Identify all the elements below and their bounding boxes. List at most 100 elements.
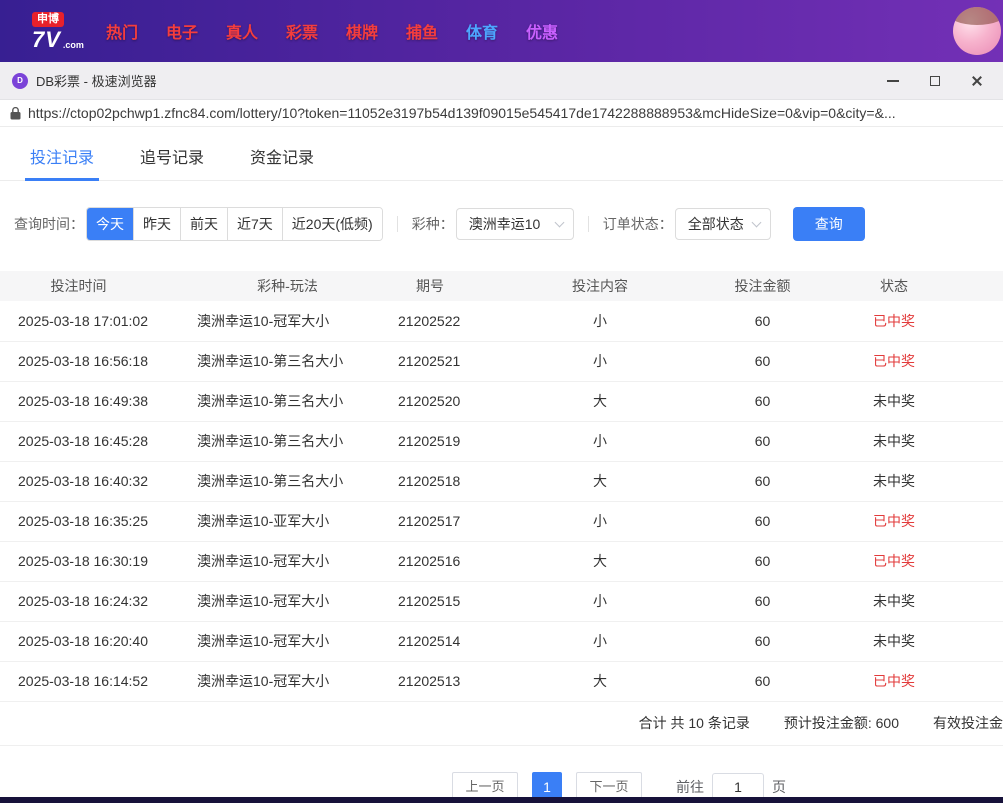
browser-title-bar: D DB彩票 - 极速浏览器 xyxy=(0,62,1003,100)
time-filter-group: 今天 昨天 前天 近7天 近20天(低频) xyxy=(86,207,383,241)
bet-status-cell: 已中奖 xyxy=(825,661,1003,702)
issue-number-cell: 21202521 xyxy=(390,341,500,382)
game-play-cell: 澳洲幸运10-第三名大小 xyxy=(185,341,390,382)
game-play-cell: 澳洲幸运10-冠军大小 xyxy=(185,301,390,342)
bet-status-cell: 未中奖 xyxy=(825,381,1003,422)
bet-amount-cell: 60 xyxy=(700,501,825,542)
bet-amount-cell: 60 xyxy=(700,541,825,582)
table-header-row: 投注时间 彩种-玩法 期号 投注内容 投注金额 状态 xyxy=(0,271,1003,301)
game-play-cell: 澳洲幸运10-冠军大小 xyxy=(185,661,390,702)
game-play-cell: 澳洲幸运10-第三名大小 xyxy=(185,421,390,462)
table-row: 2025-03-18 16:30:19 澳洲幸运10-冠军大小 21202516 大 6… xyxy=(0,541,1003,582)
time-filter-option[interactable]: 昨天 xyxy=(133,208,180,240)
close-icon xyxy=(971,75,983,87)
table-row: 2025-03-18 16:49:38 澳洲幸运10-第三名大小 21202520 大… xyxy=(0,381,1003,422)
bet-time-cell: 2025-03-18 17:01:02 xyxy=(0,301,185,342)
bet-records-table: 投注时间 彩种-玩法 期号 投注内容 投注金额 状态 2025-03-18 17:01:0… xyxy=(0,271,1003,702)
nav-item[interactable]: 热门 xyxy=(106,19,138,43)
column-header: 状态 xyxy=(825,271,1003,301)
time-filter-option[interactable]: 近7天 xyxy=(227,208,282,240)
table-row: 2025-03-18 16:24:32 澳洲幸运10-冠军大小 21202515 小 6… xyxy=(0,581,1003,622)
bet-amount-cell: 60 xyxy=(700,581,825,622)
bet-status-cell: 已中奖 xyxy=(825,501,1003,542)
close-button[interactable] xyxy=(969,73,985,89)
tab-chase-records[interactable]: 追号记录 xyxy=(140,139,204,180)
nav-item[interactable]: 棋牌 xyxy=(346,19,378,43)
logo-suffix-text: .com xyxy=(62,39,84,50)
time-filter-option[interactable]: 近20天(低频) xyxy=(281,208,382,240)
bet-time-cell: 2025-03-18 16:24:32 xyxy=(0,581,185,622)
bet-status-cell: 已中奖 xyxy=(825,541,1003,582)
column-header: 投注内容 xyxy=(500,271,700,301)
bet-content-cell: 大 xyxy=(500,461,700,502)
minimize-button[interactable] xyxy=(885,73,901,89)
issue-number-cell: 21202519 xyxy=(390,421,500,462)
window-title: DB彩票 - 极速浏览器 xyxy=(36,74,157,89)
address-bar[interactable]: https://ctop02pchwp1.zfnc84.com/lottery/… xyxy=(0,100,1003,127)
bet-time-cell: 2025-03-18 16:40:32 xyxy=(0,461,185,502)
tab-bet-records[interactable]: 投注记录 xyxy=(24,139,100,181)
table-row: 2025-03-18 16:20:40 澳洲幸运10-冠军大小 21202514 小 6… xyxy=(0,621,1003,662)
user-avatar[interactable] xyxy=(953,7,1001,55)
expected-amount-text: 预计投注金额: 600 xyxy=(783,715,899,731)
issue-number-cell: 21202515 xyxy=(390,581,500,622)
desktop-edge-strip xyxy=(0,797,1003,803)
time-filter-option[interactable]: 今天 xyxy=(87,208,133,240)
order-status-value: 全部状态 xyxy=(687,216,744,232)
nav-item[interactable]: 电子 xyxy=(166,19,198,43)
window-controls xyxy=(885,73,991,89)
bet-content-cell: 小 xyxy=(500,421,700,462)
issue-number-cell: 21202518 xyxy=(390,461,500,502)
logo-brand-text: 7V xyxy=(32,26,61,52)
bet-time-cell: 2025-03-18 16:49:38 xyxy=(0,381,185,422)
bet-time-cell: 2025-03-18 16:14:52 xyxy=(0,661,185,702)
record-tabs: 投注记录 追号记录 资金记录 xyxy=(0,139,1003,181)
column-header: 投注时间 xyxy=(0,271,185,301)
game-play-cell: 澳洲幸运10-第三名大小 xyxy=(185,381,390,422)
issue-number-cell: 21202514 xyxy=(390,621,500,662)
bet-time-cell: 2025-03-18 16:35:25 xyxy=(0,501,185,542)
table-row: 2025-03-18 16:56:18 澳洲幸运10-第三名大小 21202521 小… xyxy=(0,341,1003,382)
bet-time-cell: 2025-03-18 16:20:40 xyxy=(0,621,185,662)
bet-content-cell: 大 xyxy=(500,381,700,422)
bet-status-cell: 未中奖 xyxy=(825,621,1003,662)
lottery-select[interactable]: 澳洲幸运10 xyxy=(455,208,574,240)
site-logo[interactable]: 申博 7V .com xyxy=(32,11,84,52)
bet-content-cell: 小 xyxy=(500,581,700,622)
game-play-cell: 澳洲幸运10-冠军大小 xyxy=(185,581,390,622)
bet-status-cell: 已中奖 xyxy=(825,301,1003,342)
bet-amount-cell: 60 xyxy=(700,461,825,502)
maximize-button[interactable] xyxy=(927,73,943,89)
filter-bar: 查询时间： 今天 昨天 前天 近7天 近20天(低频) 彩种： 澳洲幸运10 订单状态：… xyxy=(14,207,1003,241)
bet-status-cell: 未中奖 xyxy=(825,461,1003,502)
bet-time-cell: 2025-03-18 16:45:28 xyxy=(0,421,185,462)
time-filter-option[interactable]: 前天 xyxy=(180,208,227,240)
game-play-cell: 澳洲幸运10-第三名大小 xyxy=(185,461,390,502)
lottery-records-page: 投注记录 追号记录 资金记录 查询时间： 今天 昨天 前天 近7天 近20天(低频) 彩… xyxy=(0,139,1003,802)
nav-item[interactable]: 真人 xyxy=(226,19,258,43)
nav-item[interactable]: 优惠 xyxy=(526,19,558,43)
game-play-cell: 澳洲幸运10-冠军大小 xyxy=(185,541,390,582)
nav-item[interactable]: 体育 xyxy=(466,19,498,43)
tab-fund-records[interactable]: 资金记录 xyxy=(250,139,314,180)
bet-amount-cell: 60 xyxy=(700,621,825,662)
top-nav-bar: 申博 7V .com 热门 电子 真人 彩票 棋牌 捕鱼 体育 优惠 xyxy=(0,0,1003,62)
bet-content-cell: 小 xyxy=(500,501,700,542)
bet-amount-cell: 60 xyxy=(700,421,825,462)
logo-badge: 申博 xyxy=(32,11,64,27)
nav-item[interactable]: 彩票 xyxy=(286,19,318,43)
order-status-select[interactable]: 全部状态 xyxy=(674,208,771,240)
summary-bar: 合计 共 10 条记录 预计投注金额: 600 有效投注金 xyxy=(0,702,1003,746)
bet-amount-cell: 60 xyxy=(700,381,825,422)
bet-amount-cell: 60 xyxy=(700,301,825,342)
issue-number-cell: 21202516 xyxy=(390,541,500,582)
search-button[interactable]: 查询 xyxy=(792,207,865,241)
main-nav: 热门 电子 真人 彩票 棋牌 捕鱼 体育 优惠 xyxy=(106,19,558,43)
bet-content-cell: 大 xyxy=(500,541,700,582)
nav-item[interactable]: 捕鱼 xyxy=(406,19,438,43)
column-header: 投注金额 xyxy=(700,271,825,301)
table-row: 2025-03-18 17:01:02 澳洲幸运10-冠军大小 21202522 小 6… xyxy=(0,301,1003,342)
chevron-down-icon xyxy=(751,217,762,228)
filter-divider xyxy=(587,216,589,232)
chevron-down-icon xyxy=(554,217,565,228)
